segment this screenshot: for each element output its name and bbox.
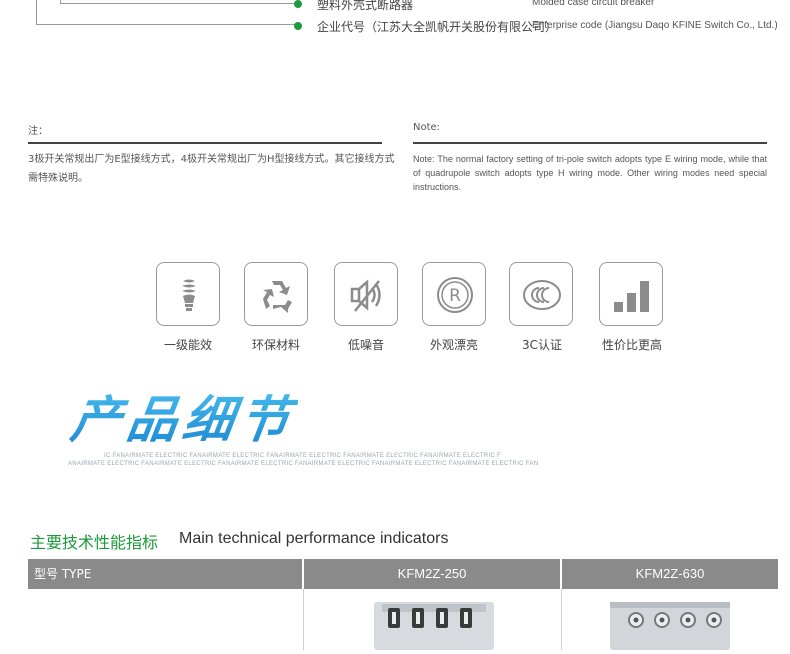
code-label-en: Enterprise code (Jiangsu Daqo KFINE Swit… (532, 20, 778, 31)
code-bracket-line (36, 0, 37, 24)
product-details-subtitle: ANAIRMATE ELECTRIC FANAIRMATE ELECTRIC F… (68, 461, 539, 467)
breaker-630-image (610, 602, 730, 650)
breaker-250-image (374, 602, 494, 650)
feature-label: 性价比更高 (601, 338, 662, 352)
spec-title-en: Main technical performance indicators (179, 530, 449, 547)
code-label-cn: 塑料外壳式断路器 (317, 0, 414, 12)
note-title-en: Note: (413, 122, 441, 133)
registered-mark-icon: R (422, 262, 486, 326)
product-details-subtitle: IC FANAIRMATE ELECTRIC FANAIRMATE ELECTR… (104, 453, 502, 459)
feature-label: 外观漂亮 (429, 338, 478, 352)
table-grid-line (303, 589, 304, 650)
note-text-en: Note: The normal factory setting of tri-… (413, 154, 767, 192)
recycle-icon (244, 262, 308, 326)
spec-col-model-250: KFM2Z-250 (397, 566, 467, 581)
code-bracket-line (60, 3, 296, 4)
feature-label: 环保材料 (251, 338, 300, 352)
spec-col-type: 型号 TYPE (34, 567, 92, 581)
feature-label: 一级能效 (163, 338, 212, 352)
energy-bulb-icon (156, 262, 220, 326)
spec-col-model-630: KFM2Z-630 (635, 566, 705, 581)
ccc-certification-icon (509, 262, 573, 326)
feature-label: 低噪音 (347, 338, 384, 352)
note-divider (413, 142, 767, 144)
note-title-cn: 注： (28, 126, 48, 137)
code-label-en: Molded case circuit breaker (532, 0, 655, 8)
svg-text:R: R (449, 286, 461, 306)
spec-title-cn: 主要技术性能指标 (30, 533, 159, 552)
note-text-cn: 3极开关常规出厂为E型接线方式，4极开关常规出厂为H型接线方式。其它接线方式需特… (28, 154, 395, 184)
code-label-cn: 企业代号（江苏大全凯帆开关股份有限公司） (317, 20, 558, 34)
table-grid-line (561, 589, 562, 650)
code-bullet (294, 22, 302, 30)
code-bracket-line (36, 24, 296, 25)
product-details-title: 产品细节 (67, 380, 301, 452)
mute-speaker-icon (334, 262, 398, 326)
feature-label: 3C认证 (521, 338, 562, 352)
code-bullet (294, 0, 302, 8)
note-divider (28, 142, 382, 144)
bar-chart-icon (599, 262, 663, 326)
